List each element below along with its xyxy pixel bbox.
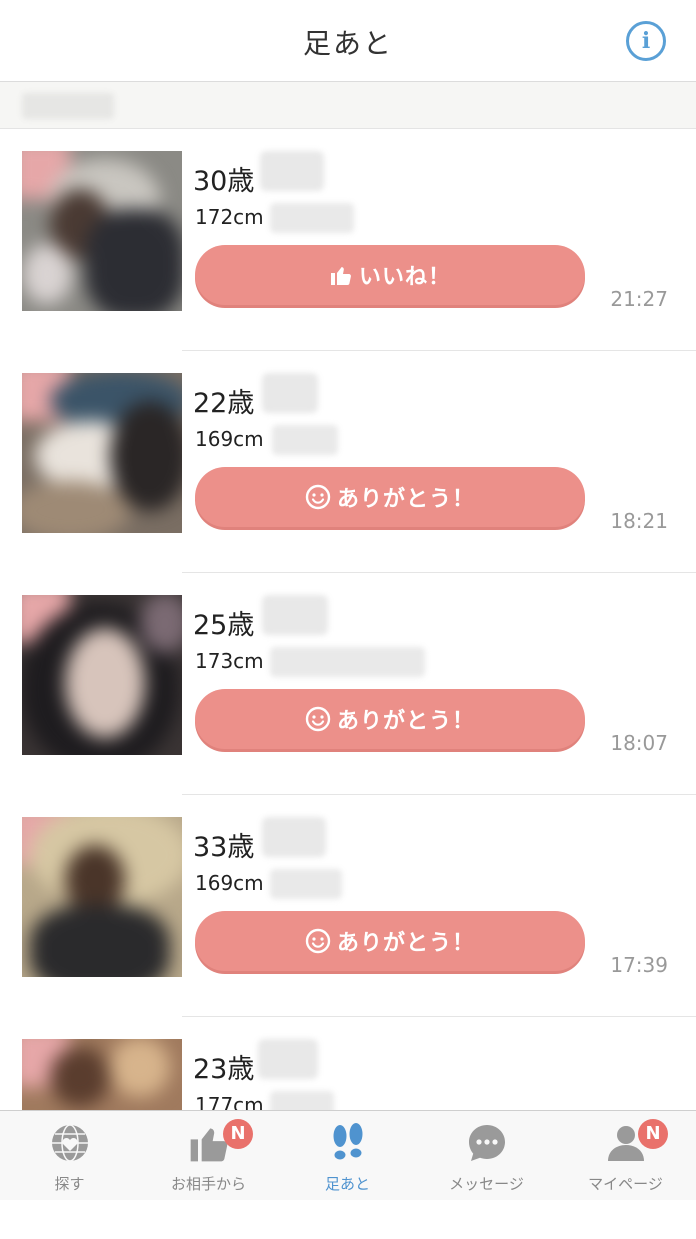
timestamp: 18:07 — [610, 731, 668, 755]
smile-icon — [305, 706, 331, 732]
tab-search[interactable]: 探す — [0, 1111, 139, 1201]
tab-label: 足あと — [324, 1175, 370, 1193]
footprint-row[interactable]: 25歳 173cm ありがとう！ 18:07 — [0, 573, 696, 795]
age-label: 30歳 — [193, 166, 255, 197]
profile-photo[interactable] — [22, 373, 182, 533]
blurred-text — [262, 817, 326, 857]
blurred-text — [270, 869, 342, 899]
globe-heart-icon — [48, 1121, 92, 1165]
height-label: 172cm — [195, 205, 264, 229]
tab-label: 探す — [54, 1175, 85, 1193]
footprints-icon — [326, 1121, 370, 1165]
button-label: いいね！ — [358, 265, 451, 290]
profile-photo[interactable] — [22, 595, 182, 755]
profile-photo[interactable] — [22, 151, 182, 311]
tab-label: お相手から — [170, 1175, 246, 1193]
height-label: 173cm — [195, 649, 264, 673]
info-icon[interactable]: i — [626, 21, 666, 61]
footprint-row[interactable]: 22歳 169cm ありがとう！ 18:21 — [0, 351, 696, 573]
button-label: ありがとう！ — [336, 487, 475, 512]
chat-bubble-icon — [465, 1121, 509, 1165]
blurred-text — [22, 93, 114, 119]
blurred-text — [258, 1039, 318, 1079]
new-badge: N — [223, 1119, 253, 1149]
tab-likes-received[interactable]: N お相手から — [139, 1111, 278, 1201]
thumbs-up-icon — [329, 263, 353, 287]
timestamp: 21:27 — [610, 287, 668, 311]
tab-label: メッセージ — [449, 1175, 524, 1193]
age-label: 25歳 — [193, 610, 255, 641]
tab-messages[interactable]: メッセージ — [417, 1111, 556, 1201]
height-label: 169cm — [195, 871, 264, 895]
blurred-text — [262, 373, 318, 413]
age-label: 33歳 — [193, 832, 255, 863]
footprint-row[interactable]: 33歳 169cm ありがとう！ 17:39 — [0, 795, 696, 1017]
footprint-row[interactable]: 30歳 172cm いいね！ 21:27 — [0, 129, 696, 351]
blurred-text — [260, 151, 324, 191]
age-label: 23歳 — [193, 1054, 255, 1085]
tab-bar: 探す N お相手から 足あと メッセージ N マイページ — [0, 1110, 696, 1200]
new-badge: N — [638, 1119, 668, 1149]
button-label: ありがとう！ — [336, 709, 475, 734]
tab-mypage[interactable]: N マイページ — [556, 1111, 695, 1201]
thanks-button[interactable]: ありがとう！ — [195, 911, 585, 971]
timestamp: 17:39 — [610, 953, 668, 977]
smile-icon — [305, 484, 331, 510]
blurred-text — [270, 203, 354, 233]
button-label: ありがとう！ — [336, 931, 475, 956]
age-label: 22歳 — [193, 388, 255, 419]
profile-photo[interactable] — [22, 817, 182, 977]
timestamp: 18:21 — [610, 509, 668, 533]
page-title: 足あと — [302, 27, 393, 60]
section-header — [0, 82, 696, 129]
blurred-text — [270, 647, 425, 677]
thanks-button[interactable]: ありがとう！ — [195, 689, 585, 749]
blurred-text — [262, 595, 328, 635]
header-bar: 足あと i — [0, 0, 696, 82]
like-button[interactable]: いいね！ — [195, 245, 585, 305]
blurred-text — [272, 425, 338, 455]
tab-label: マイページ — [588, 1175, 663, 1193]
thanks-button[interactable]: ありがとう！ — [195, 467, 585, 527]
smile-icon — [305, 928, 331, 954]
tab-footprints[interactable]: 足あと — [278, 1111, 417, 1201]
height-label: 169cm — [195, 427, 264, 451]
